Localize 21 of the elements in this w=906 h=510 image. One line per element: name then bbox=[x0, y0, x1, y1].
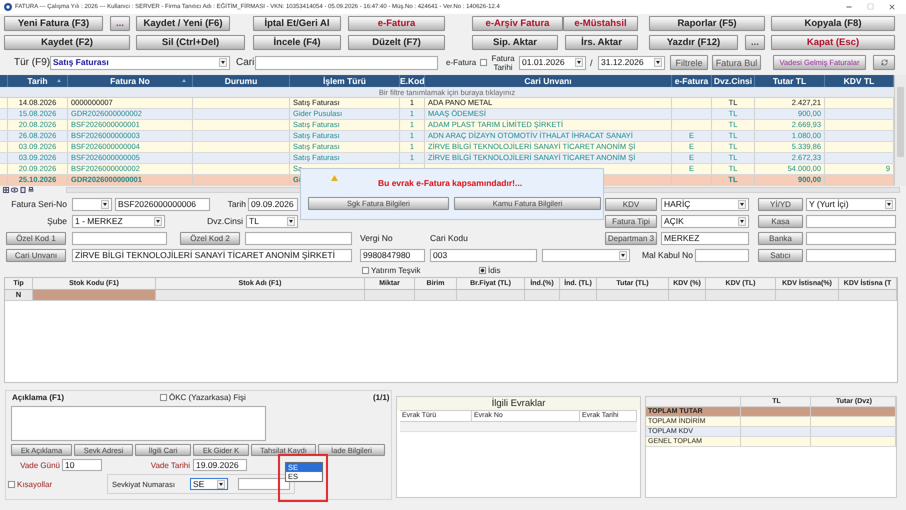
separator: / bbox=[590, 58, 594, 68]
checkbox-label: e-Fatura bbox=[446, 58, 478, 67]
field-label: Cari bbox=[236, 57, 254, 68]
checkbox-label: Kısayollar bbox=[17, 480, 54, 488]
field-label: Dvz.Cinsi bbox=[206, 216, 243, 226]
panel-title: İlgili Evraklar bbox=[397, 397, 640, 410]
field-label: Vade Günü bbox=[19, 460, 60, 470]
section-title: Açıklama (F1) bbox=[12, 392, 66, 402]
field-label: Şube bbox=[46, 216, 67, 226]
field-label: Vade Tarihi bbox=[150, 460, 190, 470]
field-label: Fatura Seri-No bbox=[10, 199, 67, 209]
field-label: Tarih bbox=[226, 199, 246, 209]
checkbox-label: İdis bbox=[488, 266, 502, 274]
field-label: Mal Kabul No bbox=[640, 250, 693, 260]
checkbox-label: ÖKC (Yazarkasa) Fişi bbox=[169, 392, 247, 402]
field-label: Fatura Tarihi bbox=[490, 54, 516, 72]
field-label: Tür (F9) bbox=[14, 57, 48, 68]
checkbox-label: Yatırım Teşvik bbox=[371, 266, 419, 274]
field-label: Cari Kodu bbox=[430, 233, 469, 243]
page-counter: (1/1) bbox=[373, 392, 390, 402]
field-label: Vergi No bbox=[360, 233, 394, 243]
